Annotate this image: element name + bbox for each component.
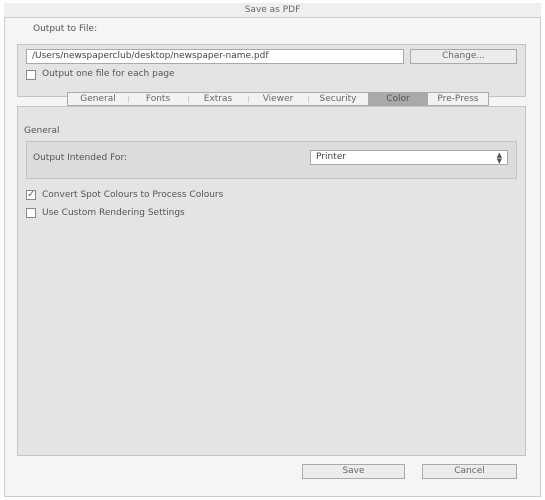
tab-extras[interactable]: Extras: [188, 93, 248, 105]
checkmark-icon: ✓: [27, 189, 36, 200]
tab-security[interactable]: Security: [308, 93, 368, 105]
dialog-title: Save as PDF: [4, 3, 541, 18]
convert-spot-checkbox[interactable]: ✓: [26, 190, 36, 200]
intended-select[interactable]: Printer ▲ ▼: [310, 150, 508, 165]
save-button[interactable]: Save: [302, 464, 405, 479]
cancel-button[interactable]: Cancel: [422, 464, 517, 479]
custom-rendering-label: Use Custom Rendering Settings: [42, 208, 185, 218]
tab-pre-press[interactable]: Pre-Press: [428, 93, 488, 105]
tab-general[interactable]: General: [68, 93, 128, 105]
custom-rendering-checkbox[interactable]: [26, 208, 36, 218]
convert-spot-label: Convert Spot Colours to Process Colours: [42, 190, 224, 200]
output-to-file-label: Output to File:: [33, 24, 98, 34]
intended-label: Output Intended For:: [33, 153, 128, 163]
tab-fonts[interactable]: Fonts: [128, 93, 188, 105]
intended-value: Printer: [316, 152, 346, 162]
output-path-input[interactable]: /Users/newspaperclub/desktop/newspaper-n…: [26, 49, 404, 64]
tab-color[interactable]: Color: [368, 93, 428, 105]
change-button[interactable]: Change...: [410, 49, 517, 64]
updown-arrows-icon: ▲ ▼: [496, 151, 502, 165]
tab-viewer[interactable]: Viewer: [248, 93, 308, 105]
general-section-label: General: [24, 126, 60, 136]
tab-bar: General Fonts Extras Viewer Security Col…: [67, 92, 489, 106]
one-file-label: Output one file for each page: [42, 69, 175, 79]
one-file-checkbox[interactable]: [26, 70, 36, 80]
